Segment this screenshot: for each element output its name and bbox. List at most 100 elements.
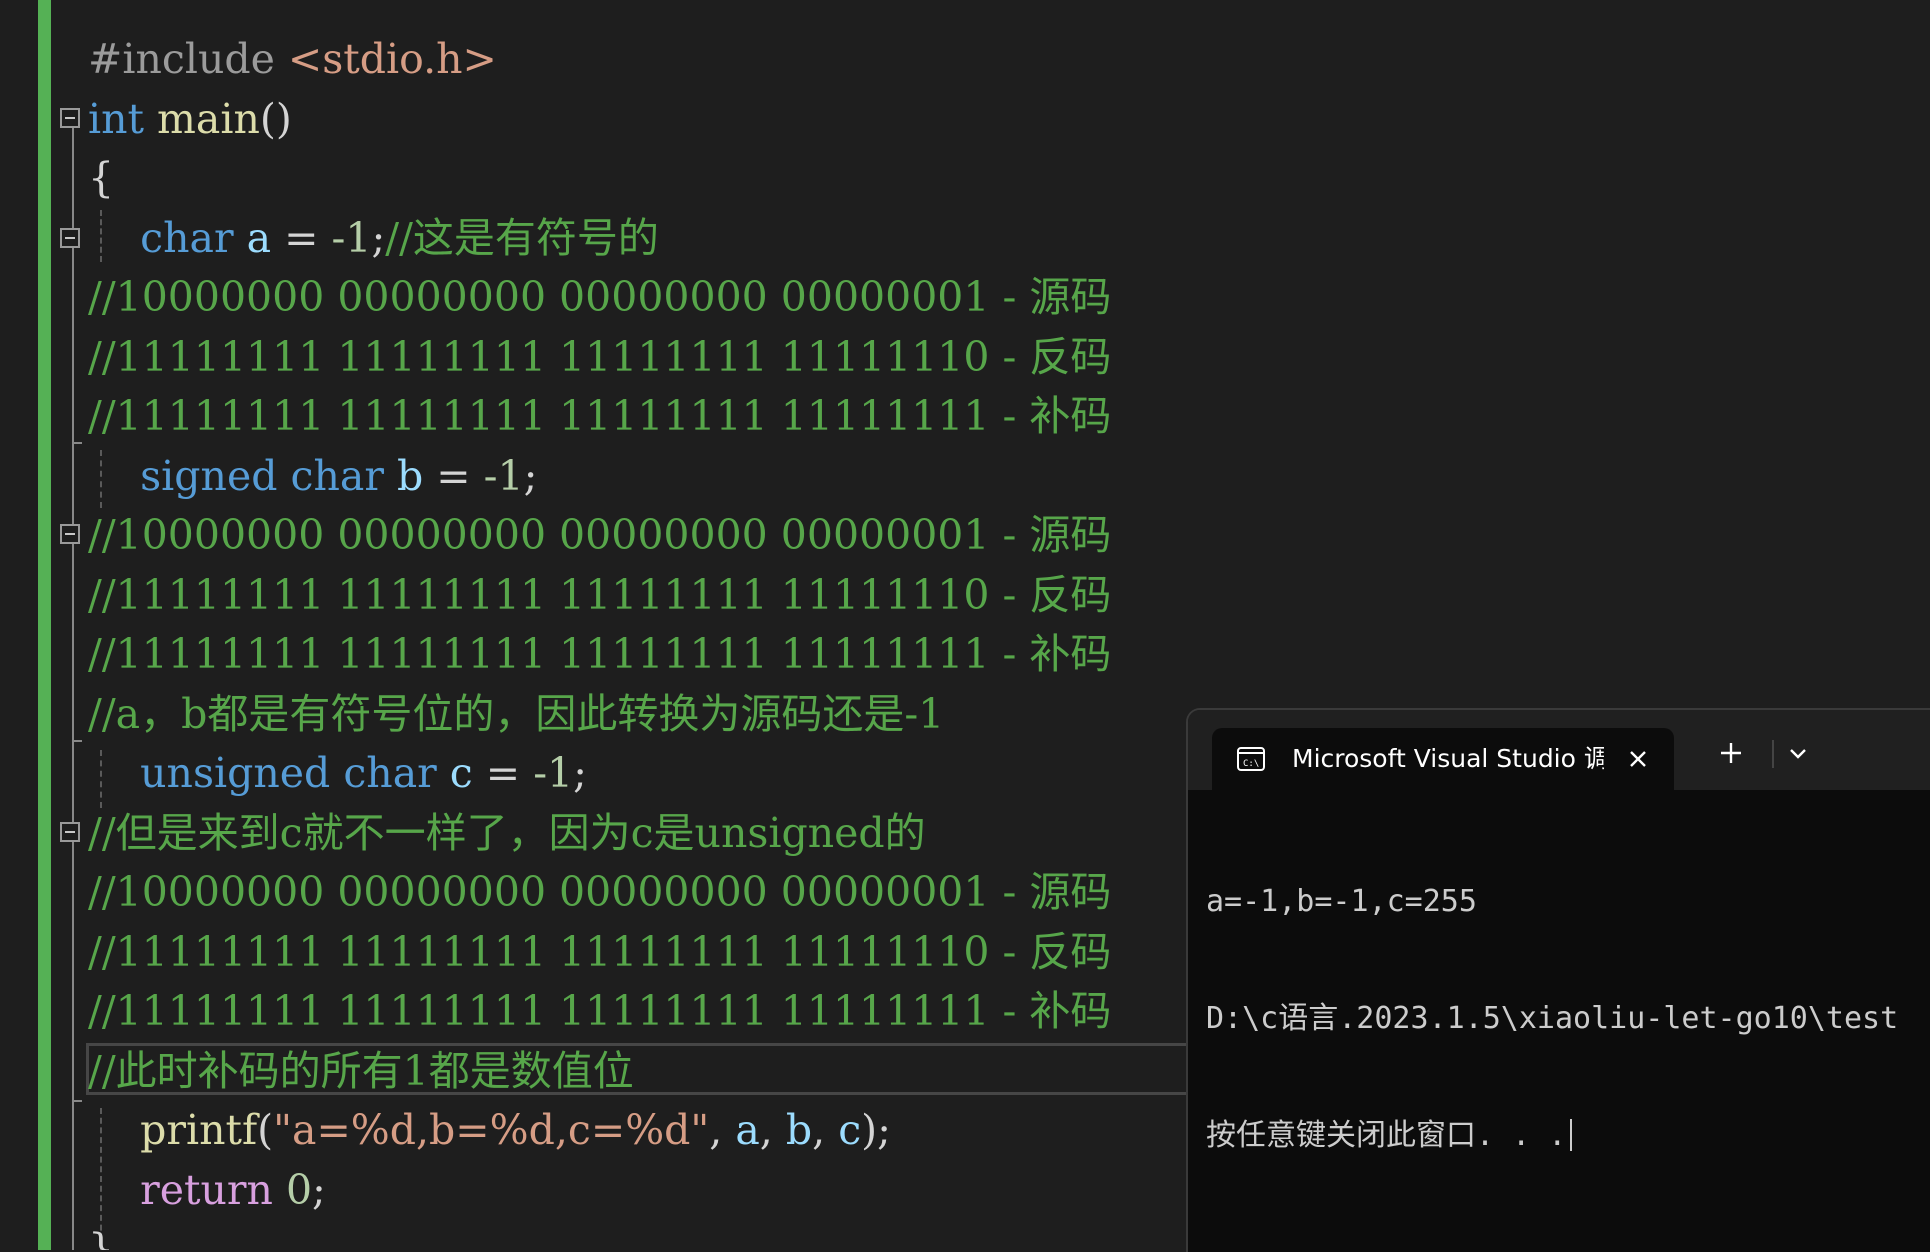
code-line[interactable]: } bbox=[88, 1220, 114, 1250]
code-line[interactable]: //10000000 00000000 00000000 00000001 - … bbox=[88, 506, 1111, 565]
code-token: ; bbox=[312, 1165, 326, 1214]
code-token: signed bbox=[140, 451, 278, 500]
code-token: ( bbox=[257, 1106, 274, 1154]
code-token: #include bbox=[88, 35, 288, 83]
code-token: "a=%d,b=%d,c=%d" bbox=[273, 1106, 710, 1154]
code-line[interactable]: //11111111 11111111 11111111 11111111 - … bbox=[88, 387, 1111, 446]
svg-text:C:\: C:\ bbox=[1243, 759, 1259, 769]
code-token: c bbox=[838, 1106, 862, 1154]
code-token: { bbox=[88, 154, 115, 202]
chevron-down-icon[interactable] bbox=[1778, 738, 1818, 770]
code-token: int bbox=[88, 94, 144, 143]
code-line[interactable]: //10000000 00000000 00000000 00000001 - … bbox=[88, 863, 1111, 922]
code-token: char bbox=[343, 749, 437, 797]
plus-icon[interactable] bbox=[1714, 736, 1748, 770]
code-token: //11111111 11111111 11111111 11111111 - … bbox=[88, 630, 1112, 678]
code-line[interactable]: { bbox=[88, 149, 114, 208]
code-token: main bbox=[157, 94, 260, 143]
console-output-line: 按任意键关闭此窗口. . . bbox=[1206, 1116, 1930, 1155]
code-token: //11111111 11111111 11111111 11111110 - … bbox=[88, 570, 1112, 619]
fold-toggle-comment-block[interactable] bbox=[60, 228, 80, 248]
code-token: //10000000 00000000 00000000 00000001 - … bbox=[88, 868, 1112, 916]
code-line[interactable]: //11111111 11111111 11111111 11111110 - … bbox=[88, 566, 1111, 625]
fold-toggle-main[interactable] bbox=[60, 108, 80, 128]
code-line[interactable]: //11111111 11111111 11111111 11111111 - … bbox=[88, 625, 1111, 684]
console-output-line: a=-1,b=-1,c=255 bbox=[1206, 884, 1477, 919]
code-token: unsigned bbox=[140, 749, 331, 797]
code-token: b bbox=[396, 451, 424, 500]
debug-console-window[interactable]: C:\ Microsoft Visual Studio 调试控制台 a=-1,b… bbox=[1186, 708, 1930, 1252]
code-token: //此时补码的所有1都是数值位 bbox=[88, 1046, 634, 1095]
code-token: printf bbox=[140, 1106, 258, 1154]
code-line[interactable]: return 0; bbox=[88, 1161, 326, 1220]
code-line[interactable]: int main() bbox=[88, 90, 292, 149]
code-token: //11111111 11111111 11111111 11111110 - … bbox=[88, 927, 1112, 976]
code-token: 0 bbox=[285, 1165, 313, 1214]
code-line[interactable]: //11111111 11111111 11111111 11111111 - … bbox=[88, 982, 1111, 1041]
code-token: //11111111 11111111 11111111 11111111 - … bbox=[88, 987, 1112, 1035]
fold-toggle-comment-block[interactable] bbox=[60, 822, 80, 842]
fold-guide-end-tick bbox=[72, 1100, 82, 1102]
code-line[interactable]: signed char b = -1; bbox=[88, 447, 537, 506]
tab-separator bbox=[1772, 740, 1774, 768]
code-line[interactable]: printf("a=%d,b=%d,c=%d", a, b, c); bbox=[88, 1101, 891, 1160]
code-token: = bbox=[423, 451, 484, 500]
console-output[interactable]: a=-1,b=-1,c=255 D:\c语言.2023.1.5\xiaoliu-… bbox=[1206, 804, 1930, 1233]
code-line[interactable]: //11111111 11111111 11111111 11111110 - … bbox=[88, 923, 1111, 982]
code-token: , bbox=[709, 1106, 736, 1154]
console-output-line: D:\c语言.2023.1.5\xiaoliu-let-go10\test bbox=[1206, 1001, 1899, 1036]
close-icon[interactable] bbox=[1622, 743, 1654, 775]
code-line[interactable]: unsigned char c = -1; bbox=[88, 744, 587, 803]
code-token: ; bbox=[523, 451, 538, 500]
code-line[interactable]: //但是来到c就不一样了，因为c是unsigned的 bbox=[88, 804, 926, 863]
code-line[interactable]: //此时补码的所有1都是数值位 bbox=[88, 1042, 634, 1101]
code-line[interactable]: //10000000 00000000 00000000 00000001 - … bbox=[88, 268, 1111, 327]
code-token: -1 bbox=[331, 213, 372, 262]
fold-guide-main bbox=[72, 118, 74, 1250]
code-line[interactable]: #include <stdio.h> bbox=[88, 30, 497, 89]
code-token: ); bbox=[861, 1106, 891, 1154]
fold-guide-end-tick bbox=[72, 740, 82, 742]
change-indicator-bar bbox=[38, 0, 51, 1250]
code-token: , bbox=[812, 1106, 839, 1154]
code-line[interactable]: char a = -1;//这是有符号的 bbox=[88, 209, 659, 268]
code-token: //11111111 11111111 11111111 11111110 - … bbox=[88, 332, 1112, 381]
code-token: b bbox=[785, 1106, 813, 1154]
code-token: = bbox=[271, 213, 332, 262]
code-token: -1 bbox=[483, 451, 524, 500]
code-token: //11111111 11111111 11111111 11111111 - … bbox=[88, 392, 1112, 440]
console-prompt-text: 按任意键关闭此窗口. . . bbox=[1206, 1118, 1567, 1153]
code-token: //但是来到c就不一样了，因为c是unsigned的 bbox=[88, 808, 926, 857]
code-token: a bbox=[735, 1106, 760, 1154]
code-token: //这是有符号的 bbox=[385, 213, 659, 262]
code-line[interactable]: //a，b都是有符号位的，因此转换为源码还是-1 bbox=[88, 685, 944, 744]
code-token: //10000000 00000000 00000000 00000001 - … bbox=[88, 273, 1112, 321]
code-token: -1 bbox=[533, 749, 574, 797]
code-token: <stdio.h> bbox=[287, 35, 497, 83]
code-token: ; bbox=[371, 213, 386, 262]
console-tab[interactable]: C:\ Microsoft Visual Studio 调试控制台 bbox=[1212, 728, 1674, 790]
fold-toggle-comment-block[interactable] bbox=[60, 524, 80, 544]
code-token: char bbox=[290, 451, 384, 500]
code-token: //10000000 00000000 00000000 00000001 - … bbox=[88, 511, 1112, 559]
code-token: , bbox=[759, 1106, 786, 1154]
code-token: a bbox=[246, 213, 272, 262]
code-token: //a，b都是有符号位的，因此转换为源码还是-1 bbox=[88, 689, 945, 738]
code-token: = bbox=[472, 749, 534, 797]
code-token: ; bbox=[573, 749, 587, 797]
fold-guide-end-tick bbox=[72, 442, 82, 444]
code-token: c bbox=[449, 749, 473, 797]
console-tab-title: Microsoft Visual Studio 调试控制台 bbox=[1292, 744, 1604, 773]
code-line[interactable]: //11111111 11111111 11111111 11111110 - … bbox=[88, 328, 1111, 387]
code-token: return bbox=[140, 1165, 273, 1214]
console-tab-bar: C:\ Microsoft Visual Studio 调试控制台 bbox=[1188, 710, 1930, 790]
